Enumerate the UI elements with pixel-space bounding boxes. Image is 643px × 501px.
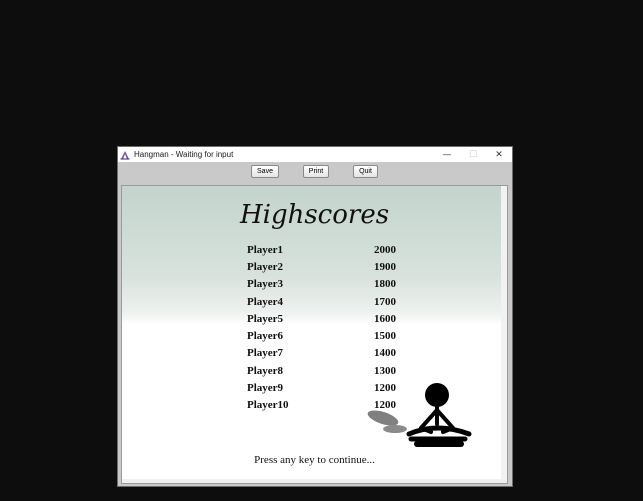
player-score: 1300 (374, 364, 396, 377)
score-row: Player7 1400 (247, 345, 414, 362)
player-name: Player8 (247, 364, 284, 377)
player-name: Player1 (247, 243, 284, 256)
player-name: Player5 (247, 312, 284, 325)
maximize-button: ☐ (460, 147, 486, 162)
player-name: Player3 (247, 278, 284, 291)
score-row: Player2 1900 (247, 258, 414, 275)
score-row: Player1 2000 (247, 241, 414, 258)
score-row: Player3 1800 (247, 276, 414, 293)
continue-prompt: Press any key to continue... (254, 454, 375, 466)
app-icon (120, 150, 130, 159)
title-bar[interactable]: Hangman - Waiting for input — ☐ ✕ (118, 147, 512, 162)
minimize-button[interactable]: — (434, 147, 460, 162)
player-score: 1400 (374, 347, 396, 360)
maximize-icon: ☐ (468, 149, 478, 160)
close-icon: ✕ (495, 149, 503, 160)
highscores-title: Highscores (239, 200, 390, 230)
player-score: 1900 (374, 260, 396, 273)
player-name: Player4 (247, 295, 284, 308)
scrollbar-vertical[interactable] (501, 186, 507, 483)
meditating-stick-figure-icon (367, 383, 472, 447)
save-button[interactable]: Save (251, 165, 279, 178)
score-row: Player4 1700 (247, 293, 414, 310)
player-score: 1600 (374, 312, 396, 325)
player-name: Player9 (247, 382, 284, 395)
player-score: 1700 (374, 295, 396, 308)
window-controls: — ☐ ✕ (434, 147, 512, 162)
window-title: Hangman - Waiting for input (134, 150, 234, 159)
quit-button[interactable]: Quit (353, 165, 378, 178)
player-name: Player6 (247, 330, 284, 343)
toolbar: Save Print Quit (118, 162, 512, 185)
content-frame: Highscores Player1 2000 Player2 1900 Player3… (121, 185, 508, 484)
player-score: 1500 (374, 330, 396, 343)
player-name: Player2 (247, 260, 284, 273)
score-row: Player5 1600 (247, 310, 414, 327)
close-button[interactable]: ✕ (486, 147, 512, 162)
player-score: 2000 (374, 243, 396, 256)
player-score: 1800 (374, 278, 396, 291)
hangman-window: Hangman - Waiting for input — ☐ ✕ Save P… (117, 146, 513, 487)
print-button[interactable]: Print (303, 165, 329, 178)
scrollbar-horizontal[interactable] (122, 479, 507, 483)
minimize-icon: — (442, 149, 452, 160)
score-row: Player8 1300 (247, 362, 414, 379)
score-row: Player6 1500 (247, 327, 414, 344)
highscores-panel: Highscores Player1 2000 Player2 1900 Player3… (122, 186, 507, 483)
player-name: Player10 (247, 399, 289, 412)
player-name: Player7 (247, 347, 284, 360)
